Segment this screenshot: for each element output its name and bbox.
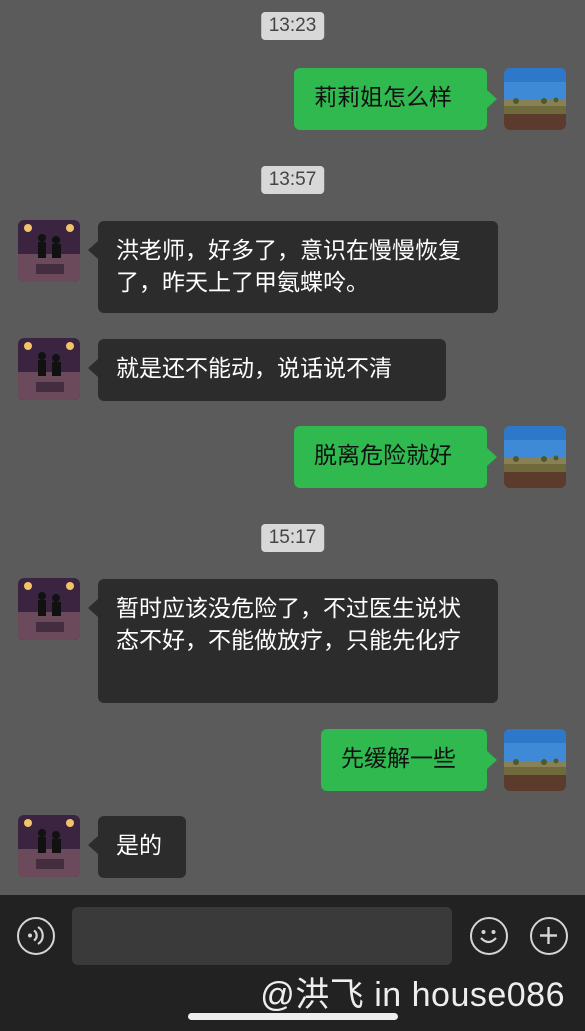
voice-icon [28,926,44,945]
my-avatar[interactable] [504,729,566,791]
incoming-message[interactable]: 洪老师，好多了，意识在慢慢恢复了，昨天上了甲氨蝶呤。 [88,221,498,313]
timestamp: 13:57 [260,166,325,194]
more-button[interactable] [530,917,568,955]
incoming-message[interactable]: 就是还不能动，说话说不清 [88,339,446,401]
message-input[interactable] [72,907,452,965]
couple-avatar-icon [18,815,80,877]
incoming-message[interactable]: 是的 [88,816,186,878]
landscape-avatar-icon [504,68,566,130]
outgoing-message[interactable]: 先缓解一些 [321,729,497,791]
timestamp: 13:23 [260,12,325,40]
timestamp: 15:17 [260,524,325,552]
chat-area[interactable]: 13:23 莉莉姐怎么样 13:57 洪老师，好多了，意识在慢慢恢复了，昨天上了… [0,0,585,895]
watermark: @洪飞 in house086 [260,976,565,1014]
landscape-avatar-icon [504,729,566,791]
emoji-icon [480,930,497,944]
outgoing-message[interactable]: 莉莉姐怎么样 [294,68,497,130]
home-indicator[interactable] [188,1013,398,1020]
my-avatar[interactable] [504,68,566,130]
incoming-message[interactable]: 暂时应该没危险了，不过医生说状态不好，不能做放疗，只能先化疗 [88,579,498,703]
contact-avatar[interactable] [18,220,80,282]
couple-avatar-icon [18,338,80,400]
outgoing-message[interactable]: 脱离危险就好 [294,426,497,488]
couple-avatar-icon [18,220,80,282]
input-bar: @洪飞 in house086 [0,895,585,1031]
contact-avatar[interactable] [18,815,80,877]
my-avatar[interactable] [504,426,566,488]
plus-icon [540,927,557,944]
contact-avatar[interactable] [18,338,80,400]
landscape-avatar-icon [504,426,566,488]
emoji-button[interactable] [470,917,508,955]
voice-button[interactable] [17,917,55,955]
contact-avatar[interactable] [18,578,80,640]
couple-avatar-icon [18,578,80,640]
